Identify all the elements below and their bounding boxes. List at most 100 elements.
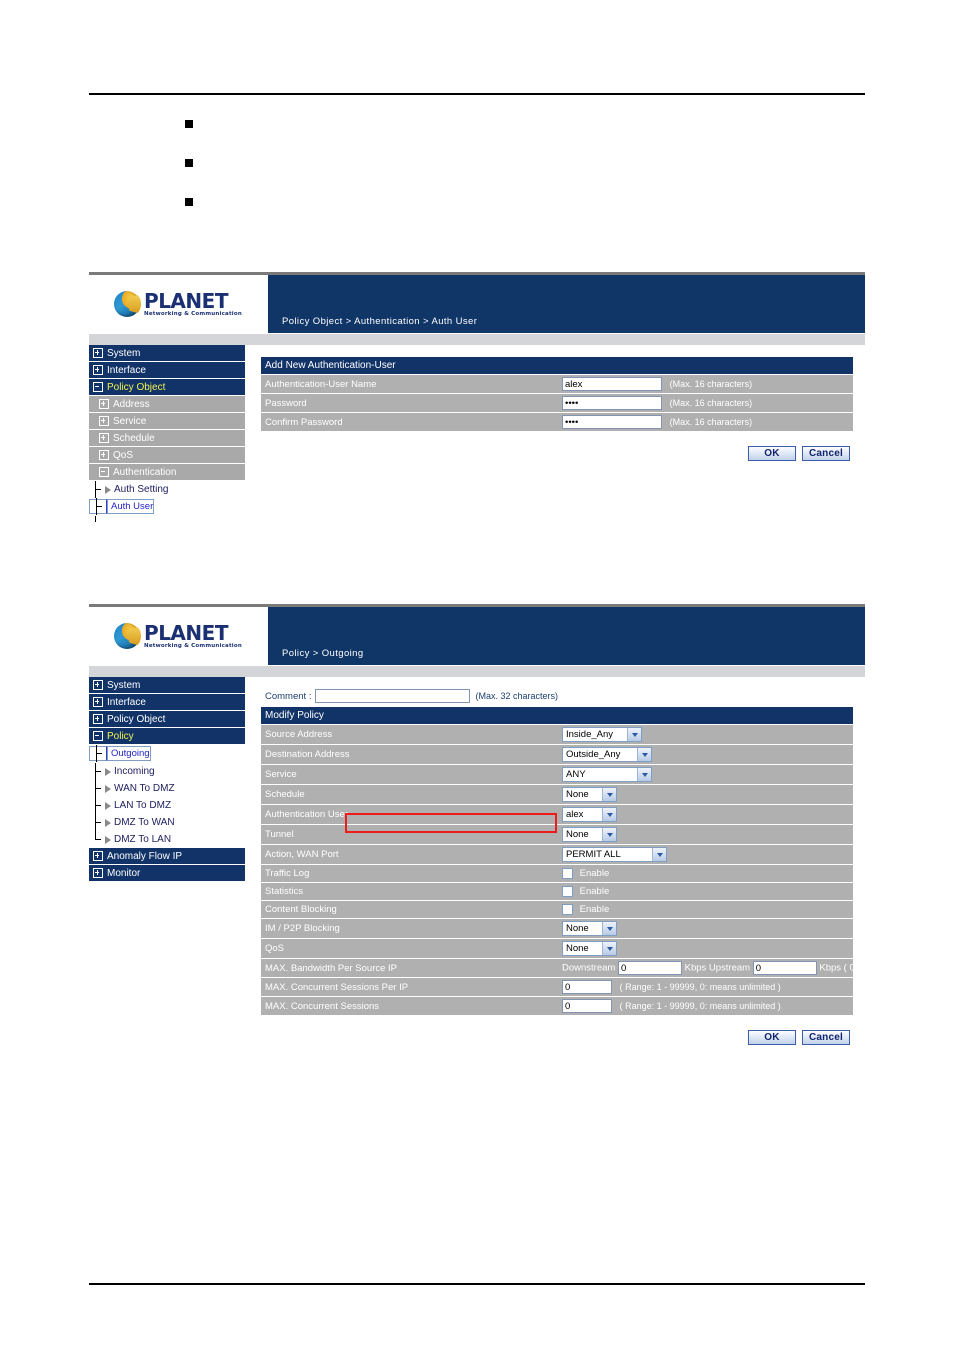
sidebar-item-schedule[interactable]: Schedule: [89, 430, 245, 447]
cancel-button[interactable]: Cancel: [802, 1030, 850, 1045]
table-row: Tunnel None: [261, 824, 853, 845]
service-select[interactable]: ANY: [562, 767, 652, 782]
destination-address-value: Outside_Any: [566, 749, 621, 760]
max-sessions-per-ip-input[interactable]: 0: [562, 980, 612, 994]
upstream-input[interactable]: 0: [752, 961, 817, 975]
chevron-down-icon[interactable]: [602, 922, 616, 935]
tree-connector-icon: [94, 498, 106, 516]
table-row: MAX. Bandwidth Per Source IP Downstream …: [261, 958, 935, 978]
field-cell-tunnel: None: [557, 824, 853, 845]
action-wan-port-select[interactable]: PERMIT ALL: [562, 847, 667, 862]
planet-globe-icon: [114, 291, 141, 317]
sidebar-item-label: System: [107, 347, 141, 359]
cancel-button[interactable]: Cancel: [802, 446, 850, 461]
sidebar-item-dmz-to-wan[interactable]: DMZ To WAN: [89, 814, 245, 831]
schedule-select[interactable]: None: [562, 787, 617, 802]
content-blocking-checkbox-label: Enable: [579, 903, 610, 915]
chevron-down-icon[interactable]: [602, 788, 616, 801]
list-item: [185, 116, 785, 155]
plus-icon[interactable]: [99, 399, 109, 409]
chevron-down-icon[interactable]: [627, 728, 641, 741]
field-cell-destination-address: Outside_Any: [557, 744, 853, 765]
sidebar-item-lan-to-dmz[interactable]: LAN To DMZ: [89, 797, 245, 814]
minus-icon[interactable]: [99, 467, 109, 477]
sidebar-item-monitor[interactable]: Monitor: [89, 865, 245, 882]
arrow-right-icon: [105, 835, 111, 844]
ok-button[interactable]: OK: [748, 1030, 796, 1045]
traffic-log-checkbox[interactable]: [562, 867, 573, 879]
sidebar-item-label: WAN To DMZ: [114, 783, 175, 794]
chevron-down-icon[interactable]: [652, 848, 666, 861]
sidebar-item-auth-setting[interactable]: Auth Setting: [89, 481, 245, 498]
chevron-down-icon[interactable]: [602, 942, 616, 955]
chevron-down-icon[interactable]: [637, 748, 651, 761]
sidebar-item-interface[interactable]: Interface: [89, 694, 245, 711]
sidebar-item-label: LAN To DMZ: [114, 800, 172, 811]
sidebar-item-policy-object[interactable]: Policy Object: [89, 711, 245, 728]
sidebar-item-authentication[interactable]: Authentication: [89, 464, 245, 481]
sidebar-item-policy[interactable]: Policy: [89, 728, 245, 745]
plus-icon[interactable]: [93, 851, 103, 861]
qos-select[interactable]: None: [562, 941, 617, 956]
confirm-password-input[interactable]: ••••: [562, 415, 662, 429]
comment-hint: (Max. 32 characters): [475, 691, 558, 701]
kbps-upstream-label: Kbps Upstream: [684, 962, 751, 974]
chevron-down-icon[interactable]: [637, 768, 651, 781]
sidebar-item-service[interactable]: Service: [89, 413, 245, 430]
sidebar-item-incoming[interactable]: Incoming: [89, 763, 245, 780]
plus-icon[interactable]: [93, 868, 103, 878]
chevron-down-icon[interactable]: [602, 828, 616, 841]
banner-title-area: Policy Object > Authentication > Auth Us…: [268, 275, 865, 333]
plus-icon[interactable]: [93, 680, 103, 690]
field-label-tunnel: Tunnel: [261, 824, 557, 845]
add-auth-user-table: Add New Authentication-User Authenticati…: [261, 357, 853, 432]
content-blocking-checkbox[interactable]: [562, 903, 573, 915]
ok-button[interactable]: OK: [748, 446, 796, 461]
sidebar-item-system[interactable]: System: [89, 677, 245, 694]
statistics-checkbox[interactable]: [562, 885, 573, 897]
sidebar-item-address[interactable]: Address: [89, 396, 245, 413]
sidebar-item-label: Schedule: [113, 432, 155, 444]
minus-icon[interactable]: [93, 382, 103, 392]
panel-title-row: Add New Authentication-User: [261, 357, 853, 375]
plus-icon[interactable]: [99, 450, 109, 460]
plus-icon[interactable]: [93, 697, 103, 707]
password-input[interactable]: ••••: [562, 396, 662, 410]
tunnel-select[interactable]: None: [562, 827, 617, 842]
sidebar-item-label: Address: [113, 398, 150, 410]
sidebar-item-wan-to-dmz[interactable]: WAN To DMZ: [89, 780, 245, 797]
plus-icon[interactable]: [99, 416, 109, 426]
tree-connector-tail-icon: [89, 516, 245, 526]
sidebar-item-label: QoS: [113, 449, 134, 461]
chevron-down-icon[interactable]: [602, 808, 616, 821]
authentication-user-select[interactable]: alex: [562, 807, 617, 822]
plus-icon[interactable]: [93, 714, 103, 724]
destination-address-select[interactable]: Outside_Any: [562, 747, 652, 762]
banner-title-area: Policy > Outgoing: [268, 607, 865, 665]
comment-input[interactable]: [315, 689, 471, 703]
arrow-right-icon: [106, 746, 108, 762]
sidebar-item-policy-object[interactable]: Policy Object: [89, 379, 245, 396]
im-p2p-blocking-select[interactable]: None: [562, 921, 617, 936]
kbps-unlimited-hint: Kbps ( 0: means unlimited ): [819, 962, 936, 974]
downstream-input[interactable]: 0: [617, 961, 682, 975]
max-sessions-input[interactable]: 0: [562, 999, 612, 1013]
sidebar-item-outgoing[interactable]: Outgoing: [89, 745, 151, 763]
max-sessions-hint: ( Range: 1 - 99999, 0: means unlimited ): [619, 1001, 781, 1011]
sidebar-item-dmz-to-lan[interactable]: DMZ To LAN: [89, 831, 245, 848]
plus-icon[interactable]: [93, 348, 103, 358]
source-address-select[interactable]: Inside_Any: [562, 727, 642, 742]
breadcrumb: Policy > Outgoing: [282, 648, 364, 659]
sidebar-item-system[interactable]: System: [89, 345, 245, 362]
minus-icon[interactable]: [93, 731, 103, 741]
plus-icon[interactable]: [99, 433, 109, 443]
auth-user-name-input[interactable]: alex: [562, 377, 662, 391]
sidebar-item-qos[interactable]: QoS: [89, 447, 245, 464]
arrow-right-icon: [106, 499, 108, 515]
sidebar-item-auth-user[interactable]: Auth User: [89, 498, 155, 516]
sub-toolbar: [89, 333, 865, 345]
sidebar-item-interface[interactable]: Interface: [89, 362, 245, 379]
sidebar-item-anomaly-flow-ip[interactable]: Anomaly Flow IP: [89, 848, 245, 865]
plus-icon[interactable]: [93, 365, 103, 375]
field-label-schedule: Schedule: [261, 784, 557, 805]
